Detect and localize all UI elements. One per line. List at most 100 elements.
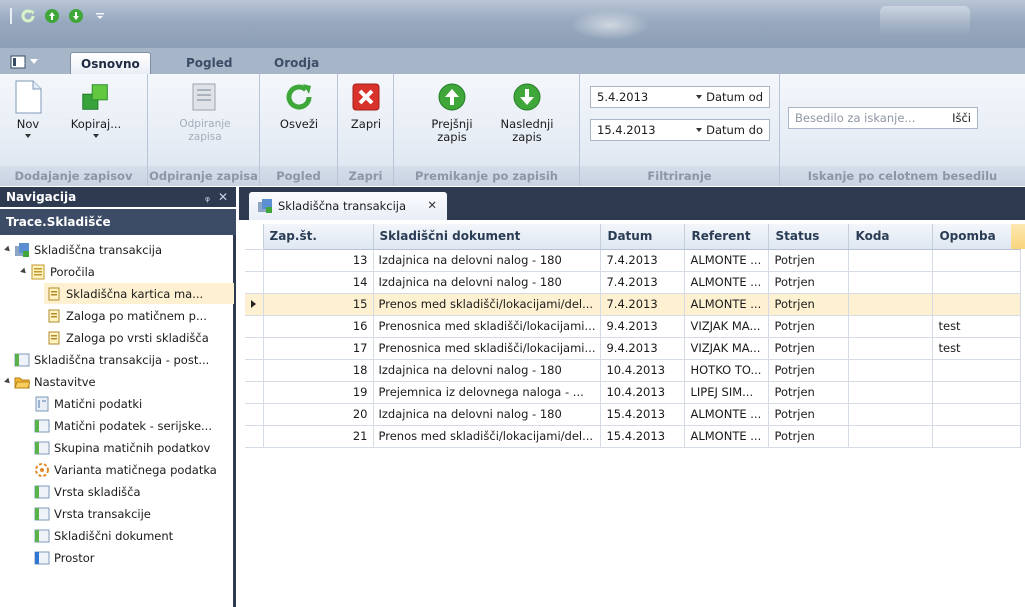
column-header-status[interactable]: Status (768, 224, 850, 250)
cell-dokument: Prejemnica iz delovnega naloga - ... (373, 381, 602, 404)
cell-koda (848, 381, 934, 404)
new-button[interactable]: Nov (8, 80, 48, 138)
expand-arrow-icon[interactable] (18, 261, 30, 282)
tree-item-vrsta-skladisca[interactable]: Vrsta skladišča (34, 481, 141, 502)
column-header-koda[interactable]: Koda (848, 224, 934, 250)
column-header-dokument[interactable]: Skladiščni dokument (373, 224, 602, 250)
row-indicator[interactable] (245, 271, 264, 294)
cell-dokument: Izdajnica na delovni nalog - 180 (373, 403, 602, 426)
qat-next-icon[interactable] (66, 6, 86, 26)
cell-zap: 18 (263, 359, 374, 382)
refresh-button[interactable]: Osveži (278, 80, 320, 131)
row-indicator[interactable] (245, 249, 264, 272)
table-row[interactable]: 20 Izdajnica na delovni nalog - 180 15.4… (245, 403, 1022, 426)
next-record-button[interactable]: Naslednji zapis (494, 80, 560, 144)
group-caption-pogled: Pogled (260, 166, 337, 186)
table-row[interactable]: 21 Prenos med skladišči/lokacijami/del..… (245, 425, 1022, 448)
tree-item-nastavitve[interactable]: Nastavitve (2, 371, 96, 392)
master-data-icon (35, 396, 49, 411)
navigation-title: Navigacija (6, 190, 77, 204)
tab-pogled[interactable]: Pogled (176, 52, 242, 74)
grid-table: Zap.št. Skladiščni dokument Datum Refere… (245, 224, 1022, 448)
date-from-field[interactable]: 5.4.2013 Datum od (590, 86, 770, 108)
group-caption-premikanje: Premikanje po zapisih (394, 166, 579, 186)
group-caption-zapri: Zapri (338, 166, 393, 186)
cell-referent: ALMONTE ... (684, 271, 770, 294)
date-to-field[interactable]: 15.4.2013 Datum do (590, 119, 770, 141)
table-row[interactable]: 14 Izdajnica na delovni nalog - 180 7.4.… (245, 271, 1022, 294)
column-header-datum[interactable]: Datum (600, 224, 686, 250)
row-indicator[interactable] (245, 315, 264, 338)
expand-arrow-icon[interactable] (2, 239, 14, 260)
row-indicator[interactable] (245, 337, 264, 360)
refresh-label: Osveži (279, 117, 319, 131)
grid-header-filler (1011, 224, 1025, 249)
cell-opomba (932, 403, 1022, 426)
row-indicator[interactable] (245, 403, 264, 426)
table-row[interactable]: 18 Izdajnica na delovni nalog - 180 10.4… (245, 359, 1022, 382)
row-indicator[interactable] (245, 359, 264, 382)
open-record-button[interactable]: Odpiranje zapisa (170, 80, 240, 144)
cell-dokument: Izdajnica na delovni nalog - 180 (373, 271, 602, 294)
close-label: Zapri (350, 117, 382, 131)
tree-item-maticni-serijske[interactable]: Matični podatek - serijske... (34, 415, 212, 436)
tab-orodja[interactable]: Orodja (264, 52, 329, 74)
copy-button[interactable]: Kopiraj... (64, 80, 128, 138)
group-iskanje: Iskanje po celotnem besedilu (780, 74, 1025, 186)
table-row[interactable]: 13 Izdajnica na delovni nalog - 180 7.4.… (245, 249, 1022, 272)
date-from-dropdown-icon[interactable] (696, 95, 703, 99)
tab-osnovno[interactable]: Osnovno (70, 52, 151, 74)
column-header-zap[interactable]: Zap.št. (263, 224, 374, 250)
cell-datum: 7.4.2013 (600, 293, 686, 316)
tree-item-maticni-podatki[interactable]: Matični podatki (34, 393, 142, 414)
qat-refresh-icon[interactable] (18, 6, 38, 26)
tree-item-transakcija-post[interactable]: Skladiščna transakcija - post... (14, 349, 209, 370)
tree-item-zaloga-maticnem[interactable]: Zaloga po matičnem p... (46, 305, 207, 326)
date-to-dropdown-icon[interactable] (696, 128, 703, 132)
fulltext-search-input[interactable]: Besedilo za iskanje... Išči (788, 107, 978, 129)
cell-dokument: Prenos med skladišči/lokacijami/del... (373, 293, 602, 316)
tree-item-zaloga-vrsti[interactable]: Zaloga po vrsti skladišča (46, 327, 209, 348)
qat-previous-icon[interactable] (42, 6, 62, 26)
row-indicator[interactable] (245, 381, 264, 404)
table-row[interactable]: 16 Prenosnica med skladišči/lokacijami..… (245, 315, 1022, 338)
tree-item-skladiscni-dokument[interactable]: Skladiščni dokument (34, 525, 173, 546)
cell-koda (848, 271, 934, 294)
document-tab-skladiscna-transakcija[interactable]: Skladiščna transakcija ✕ (249, 192, 447, 220)
table-row[interactable]: 17 Prenosnica med skladišči/lokacijami..… (245, 337, 1022, 360)
tree-label: Zaloga po matičnem p... (66, 308, 207, 323)
tree-item-porocila[interactable]: Poročila (18, 261, 95, 282)
tree-label: Prostor (54, 550, 95, 565)
cell-zap: 15 (263, 293, 374, 316)
tree-label: Varianta matičnega podatka (54, 462, 217, 477)
tree-item-skladiscna-transakcija[interactable]: Skladiščna transakcija (2, 239, 162, 260)
cell-datum: 9.4.2013 (600, 315, 686, 338)
qat-customize-icon[interactable] (90, 6, 110, 26)
table-row[interactable]: 19 Prejemnica iz delovnega naloga - ... … (245, 381, 1022, 404)
cell-koda (848, 425, 934, 448)
pin-icon[interactable]: ᵩ (205, 187, 210, 207)
cell-zap: 14 (263, 271, 374, 294)
document-tab-close-icon[interactable]: ✕ (427, 198, 437, 212)
table-row-current[interactable]: 15 Prenos med skladišči/lokacijami/del..… (245, 293, 1022, 316)
tree-item-vrsta-transakcije[interactable]: Vrsta transakcije (34, 503, 151, 524)
previous-record-button[interactable]: Prejšnji zapis (424, 80, 480, 144)
application-menu-button[interactable] (10, 53, 40, 71)
tree-item-prostor[interactable]: Prostor (34, 547, 95, 568)
expand-arrow-icon[interactable] (2, 371, 14, 392)
close-red-icon (349, 80, 383, 114)
row-indicator[interactable] (245, 425, 264, 448)
tree-item-skladiscna-kartica[interactable]: Skladiščna kartica ma... (44, 283, 234, 304)
close-button[interactable]: Zapri (346, 80, 386, 131)
tree-item-skupina[interactable]: Skupina matičnih podatkov (34, 437, 210, 458)
list-icon (34, 551, 50, 564)
column-header-opomba[interactable]: Opomba (932, 224, 1022, 250)
row-indicator[interactable] (245, 293, 264, 316)
report-icon (48, 309, 60, 322)
cell-opomba (932, 359, 1022, 382)
cell-opomba (932, 425, 1022, 448)
search-button[interactable]: Išči (952, 111, 971, 125)
nav-close-icon[interactable]: ✕ (218, 187, 228, 207)
column-header-referent[interactable]: Referent (684, 224, 770, 250)
tree-item-varianta[interactable]: Varianta matičnega podatka (34, 459, 217, 480)
